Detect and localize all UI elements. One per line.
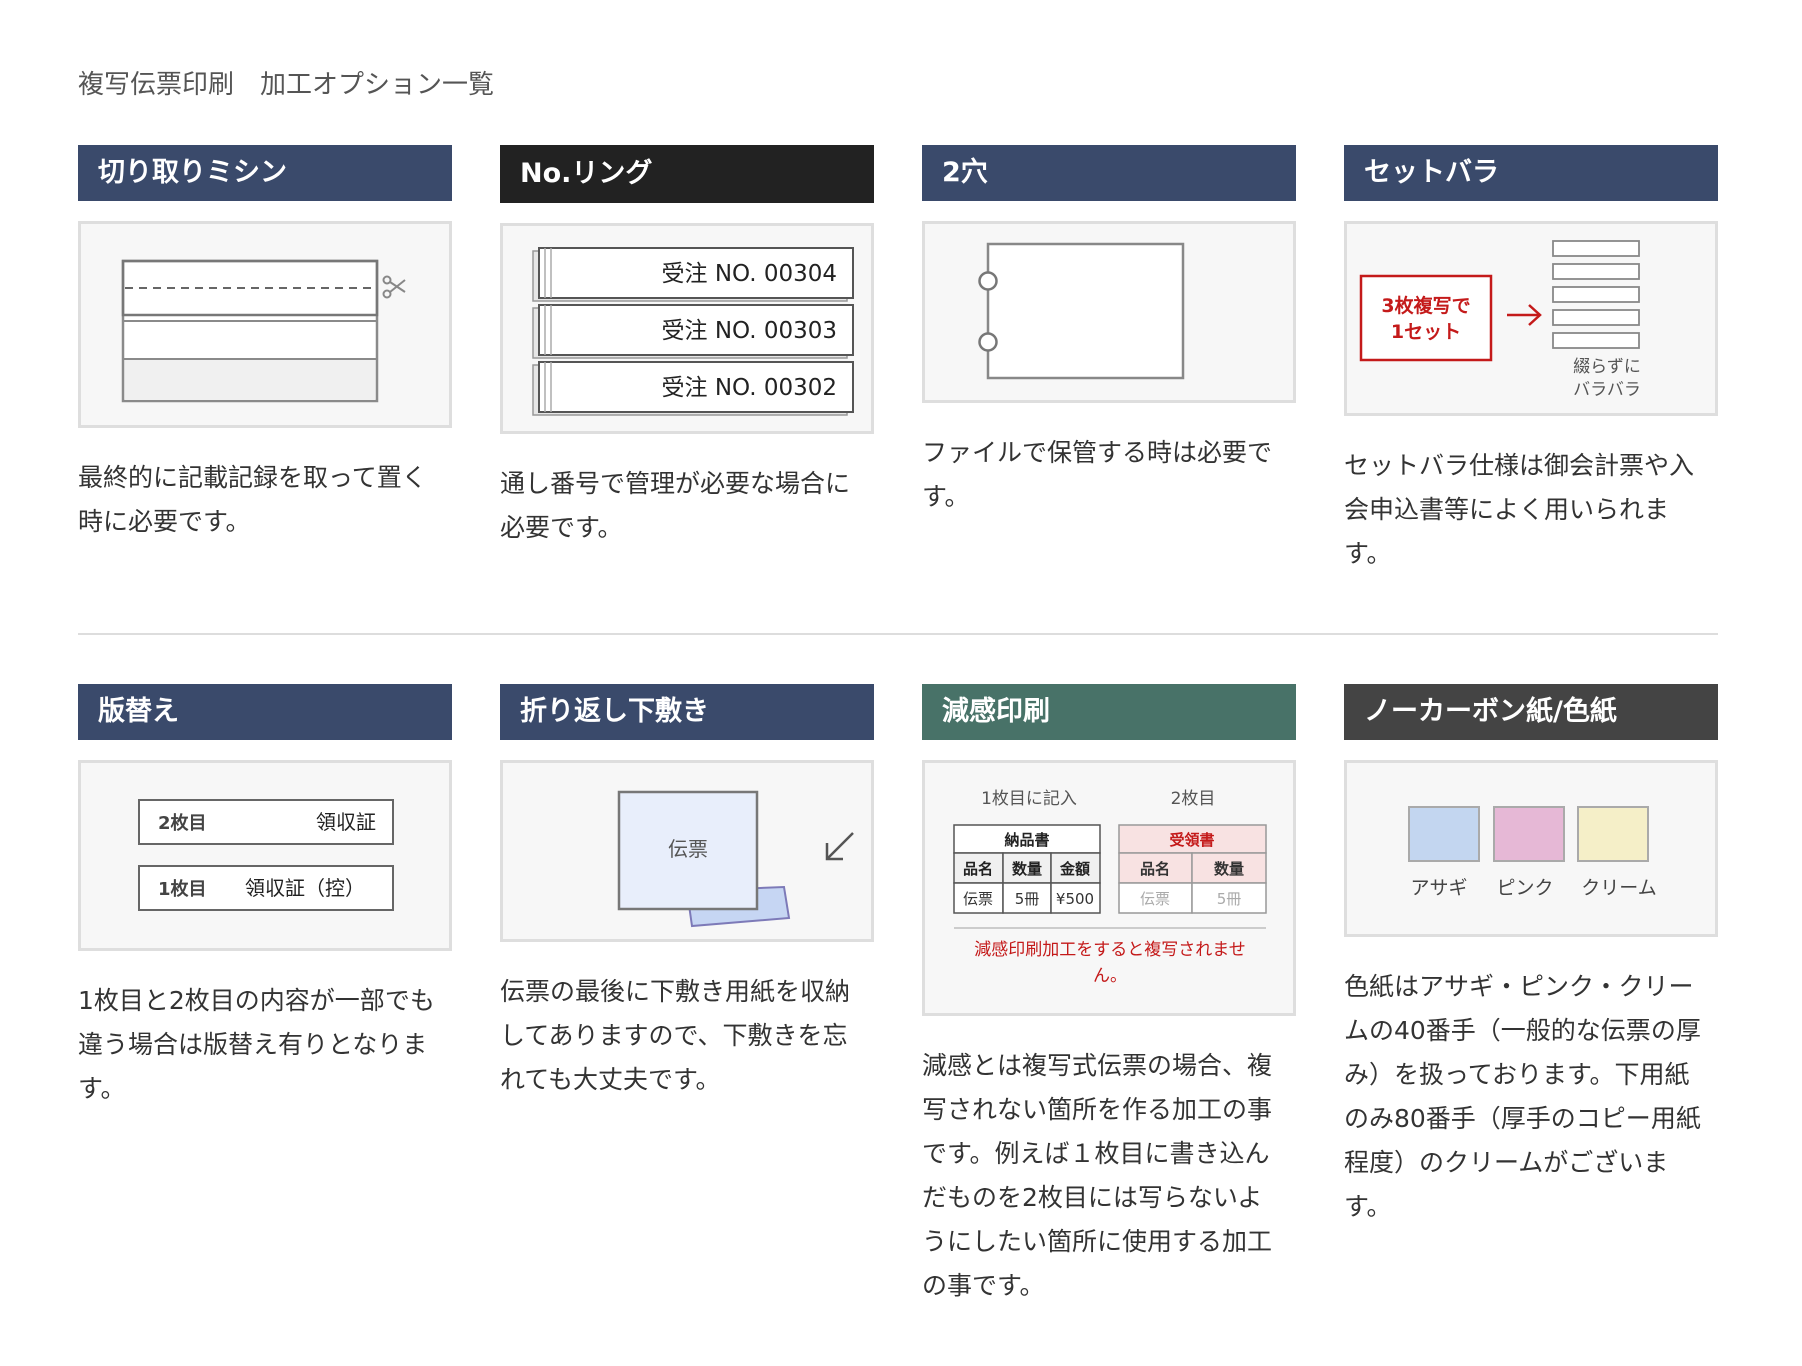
card-title: ノーカーボン紙/色紙 — [1344, 684, 1718, 740]
punch-hole — [978, 332, 998, 352]
card-description: 伝票の最後に下敷き用紙を収納してありますので、下敷きを忘れても大丈夫です。 — [500, 977, 851, 1094]
illustration-two-holes — [922, 221, 1296, 403]
card-description: 色紙はアサギ・ピンク・クリームの40番手（一般的な伝票の厚み）を扱っております。… — [1344, 972, 1701, 1221]
card-desensitize: 減感印刷 1枚目に記入 2枚目 納品書 品名 数量 金額 伝票 5冊 ¥500 — [922, 684, 1296, 1308]
set-label: 3枚複写で — [1381, 294, 1470, 317]
sheet-label: 1枚目 — [158, 878, 207, 900]
illustration-plate-change: 2枚目 領収証 1枚目 領収証（控） — [78, 760, 452, 951]
illustration-fold-underlay: 伝票 — [500, 760, 874, 942]
card-carbonless-paper: ノーカーボン紙/色紙 アサギ ピンク クリーム 色紙はアサギ・ピンク・クリームの… — [1344, 684, 1718, 1229]
color-swatch — [1577, 806, 1649, 862]
sheet-label: 2枚目 — [158, 812, 207, 834]
left-table: 納品書 品名 数量 金額 伝票 5冊 ¥500 — [953, 824, 1101, 914]
arrow-right-icon — [1507, 304, 1542, 326]
slip-number: 受注 NO. 00303 — [662, 318, 837, 344]
numbered-slip: 受注 NO. 00303 — [532, 304, 854, 359]
slip-label: 伝票 — [668, 837, 708, 861]
slip-sheet — [986, 242, 1185, 380]
card-description: セットバラ仕様は御会計票や入会申込書等によく用いられます。 — [1344, 451, 1695, 568]
right-table-title: 受領書 — [1169, 831, 1214, 849]
card-title: セットバラ — [1344, 145, 1718, 201]
right-table-cell: 5冊 — [1217, 890, 1242, 908]
card-set-loose: セットバラ 3枚複写で 1セット 綴らずに バラバラ セットバラ仕様は御会計票や… — [1344, 145, 1718, 576]
set-label: 1セット — [1391, 321, 1461, 343]
card-two-holes: 2穴 ファイルで保管する時は必要です。 — [922, 145, 1296, 519]
right-table: 受領書 品名 数量 伝票 5冊 — [1118, 824, 1267, 914]
card-title: No.リング — [500, 145, 874, 203]
slip-number: 受注 NO. 00304 — [662, 261, 837, 287]
left-table-title: 納品書 — [1004, 831, 1049, 849]
card-description: ファイルで保管する時は必要です。 — [922, 438, 1273, 511]
card-description: 減感とは複写式伝票の場合、複写されない箇所を作る加工の事です。例えば１枚目に書き… — [922, 1051, 1273, 1300]
swatch-label: クリーム — [1581, 877, 1656, 899]
document-label: 領収証 — [316, 810, 376, 834]
left-table-cell: 伝票 — [963, 890, 993, 908]
left-table-header: 品名 — [963, 860, 993, 878]
left-table-header: 金額 — [1059, 860, 1090, 878]
right-table-cell: 伝票 — [1140, 890, 1170, 908]
color-swatch — [1408, 806, 1480, 862]
slip-bottom-section — [124, 359, 376, 400]
illustration-perforation — [78, 221, 452, 428]
card-description: 1枚目と2枚目の内容が一部でも違う場合は版替え有りとなります。 — [78, 986, 435, 1103]
left-table-cell: ¥500 — [1056, 890, 1094, 908]
sheet-row: 2枚目 領収証 — [138, 799, 394, 845]
illustration-desensitize: 1枚目に記入 2枚目 納品書 品名 数量 金額 伝票 5冊 ¥500 受領書 品… — [922, 760, 1296, 1016]
scissors-icon — [382, 275, 406, 299]
left-table-header: 数量 — [1012, 860, 1042, 878]
left-table-cell: 5冊 — [1015, 890, 1040, 908]
card-title: 版替え — [78, 684, 452, 740]
page-title: 複写伝票印刷 加工オプション一覧 — [78, 70, 495, 100]
arrow-down-left-icon — [825, 832, 854, 861]
numbered-slip: 受注 NO. 00304 — [532, 247, 854, 302]
loose-sheets — [1552, 240, 1640, 349]
illustration-set-loose: 3枚複写で 1セット 綴らずに バラバラ — [1344, 221, 1718, 416]
card-title: 折り返し下敷き — [500, 684, 874, 740]
section-divider — [78, 633, 1718, 635]
loose-label: バラバラ — [1573, 380, 1641, 400]
card-perforation: 切り取りミシン 最終的に記載記録を取って置く時に必要です。 — [78, 145, 452, 544]
illustration-numbering: 受注 NO. 00304 受注 NO. 00303 受注 NO. 00302 — [500, 223, 874, 434]
card-title: 2穴 — [922, 145, 1296, 201]
card-description: 通し番号で管理が必要な場合に必要です。 — [500, 469, 851, 542]
document-label: 領収証（控） — [245, 876, 365, 900]
card-title: 切り取りミシン — [78, 145, 452, 201]
card-plate-change: 版替え 2枚目 領収証 1枚目 領収証（控） 1枚目と2枚目の内容が一部でも違う… — [78, 684, 452, 1111]
right-table-header: 品名 — [1140, 860, 1170, 878]
illustration-carbonless-paper: アサギ ピンク クリーム — [1344, 760, 1718, 937]
color-swatch — [1493, 806, 1565, 862]
loose-label: 綴らずに — [1573, 357, 1641, 377]
card-description: 最終的に記載記録を取って置く時に必要です。 — [78, 463, 427, 536]
swatch-label: アサギ — [1410, 877, 1467, 899]
set-label-box — [1359, 274, 1493, 362]
punch-hole — [978, 271, 998, 291]
numbered-slip: 受注 NO. 00302 — [532, 361, 854, 416]
sheet-row: 1枚目 領収証（控） — [138, 865, 394, 911]
desensitize-note: ん。 — [1093, 966, 1127, 986]
slip-number: 受注 NO. 00302 — [662, 375, 837, 401]
card-fold-underlay: 折り返し下敷き 伝票 伝票の最後に下敷き用紙を収納してありますので、下敷きを忘れ… — [500, 684, 874, 1102]
card-title: 減感印刷 — [922, 684, 1296, 740]
swatch-label: ピンク — [1496, 877, 1553, 899]
right-caption: 2枚目 — [1171, 789, 1216, 809]
card-numbering: No.リング 受注 NO. 00304 受注 NO. 00303 受注 NO. … — [500, 145, 874, 550]
left-caption: 1枚目に記入 — [981, 789, 1077, 809]
right-table-header: 数量 — [1214, 860, 1244, 878]
desensitize-note: 減感印刷加工をすると複写されませ — [974, 940, 1246, 960]
